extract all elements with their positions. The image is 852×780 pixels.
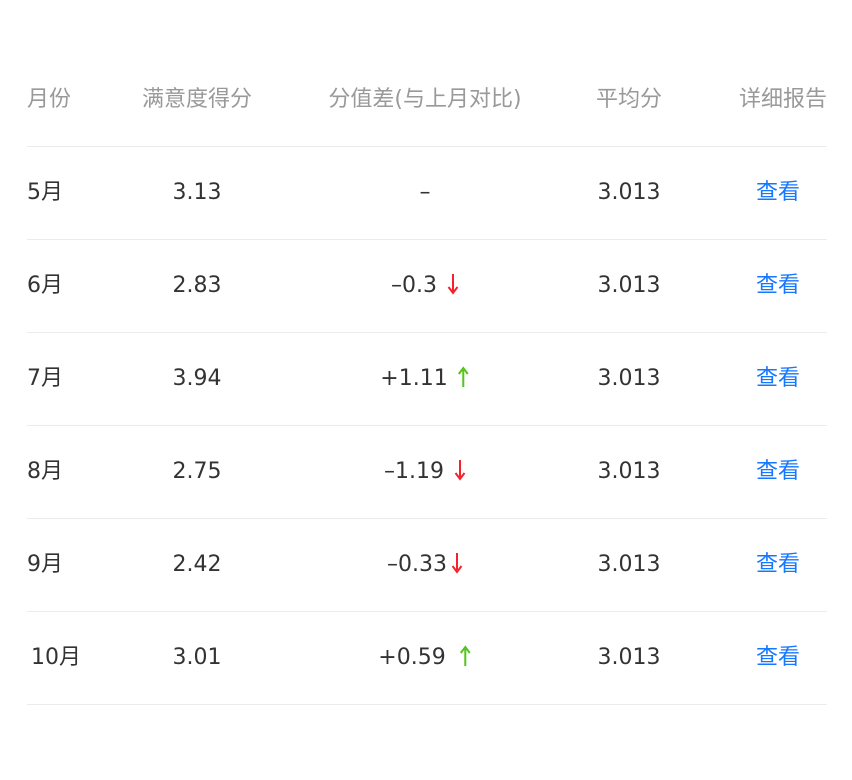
- diff-value: –: [419, 180, 431, 205]
- avg-cell: 3.013: [597, 459, 661, 484]
- score-cell: 2.75: [172, 459, 222, 484]
- table-row: 5月 3.13 – 3.013 查看: [27, 147, 827, 240]
- month-cell: 9月: [27, 552, 63, 577]
- score-cell: 2.42: [172, 552, 222, 577]
- table-row: 7月 3.94 +1.11 3.013 查看: [27, 333, 827, 426]
- avg-cell: 3.013: [597, 552, 661, 577]
- diff-value: –0.3: [391, 273, 437, 298]
- diff-cell: –1.19: [384, 426, 466, 518]
- avg-cell: 3.013: [597, 273, 661, 298]
- arrow-up-icon: [458, 365, 470, 389]
- header-avg: 平均分: [595, 87, 663, 112]
- table-row: 8月 2.75 –1.19 3.013 查看: [27, 426, 827, 519]
- view-report-link[interactable]: 查看: [756, 612, 800, 704]
- diff-value: +0.59: [378, 645, 446, 670]
- month-cell: 6月: [27, 273, 63, 298]
- header-score: 满意度得分: [141, 87, 253, 112]
- month-cell: 7月: [27, 366, 63, 391]
- header-month: 月份: [27, 87, 72, 112]
- score-cell: 3.94: [172, 366, 222, 391]
- diff-cell: +1.11: [380, 333, 470, 425]
- month-cell: 5月: [27, 180, 63, 205]
- view-report-link[interactable]: 查看: [756, 333, 800, 425]
- arrow-up-icon: [460, 644, 472, 668]
- score-cell: 3.01: [172, 645, 222, 670]
- satisfaction-table: 月份 满意度得分 分值差(与上月对比) 平均分 详细报告 5月 3.13 – 3…: [27, 54, 827, 705]
- header-report: 详细报告: [738, 87, 827, 112]
- header-diff: 分值差(与上月对比): [328, 87, 522, 112]
- score-cell: 2.83: [172, 273, 222, 298]
- table-row: 10月 3.01 +0.59 3.013 查看: [27, 612, 827, 705]
- view-report-link[interactable]: 查看: [756, 426, 800, 518]
- diff-cell: –0.33: [387, 519, 463, 611]
- diff-value: +1.11: [380, 366, 448, 391]
- avg-cell: 3.013: [597, 645, 661, 670]
- avg-cell: 3.013: [597, 366, 661, 391]
- view-report-link[interactable]: 查看: [756, 519, 800, 611]
- table-row: 9月 2.42 –0.33 3.013 查看: [27, 519, 827, 612]
- month-cell: 10月: [31, 645, 81, 670]
- month-cell: 8月: [27, 459, 63, 484]
- diff-cell: –0.3: [391, 240, 459, 332]
- table-header-row: 月份 满意度得分 分值差(与上月对比) 平均分 详细报告: [27, 54, 827, 147]
- diff-cell: –: [420, 147, 431, 239]
- view-report-link[interactable]: 查看: [756, 240, 800, 332]
- arrow-down-icon: [454, 458, 466, 482]
- view-report-link[interactable]: 查看: [756, 147, 800, 239]
- avg-cell: 3.013: [597, 180, 661, 205]
- score-cell: 3.13: [172, 180, 222, 205]
- table-row: 6月 2.83 –0.3 3.013 查看: [27, 240, 827, 333]
- diff-value: –1.19: [384, 459, 444, 484]
- arrow-down-icon: [451, 551, 463, 575]
- arrow-down-icon: [447, 272, 459, 296]
- diff-cell: +0.59: [378, 612, 472, 704]
- diff-value: –0.33: [387, 552, 447, 577]
